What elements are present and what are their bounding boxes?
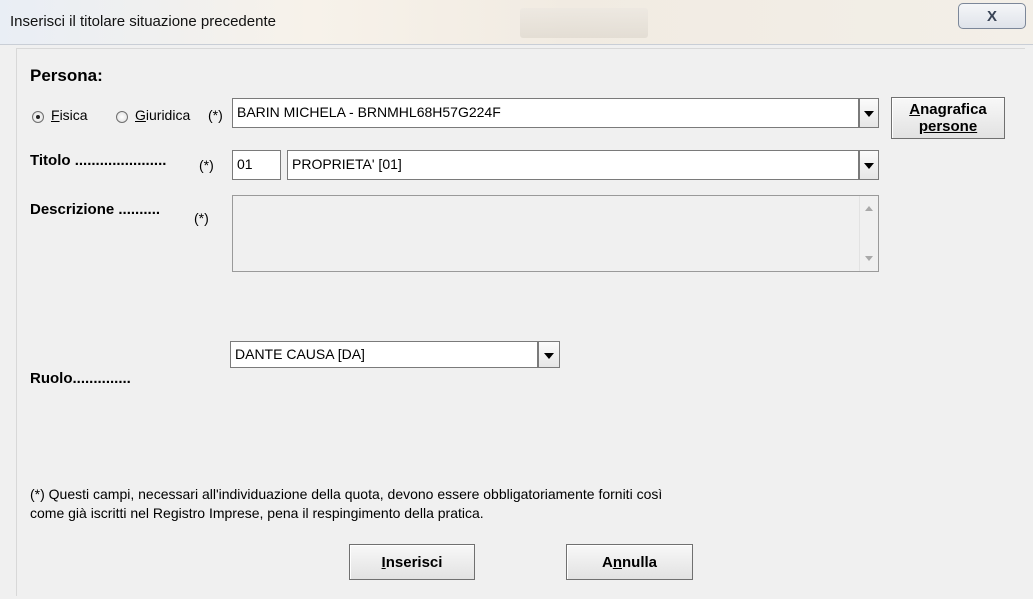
anagrafica-persone-button[interactable]: Anagrafica persone	[891, 97, 1005, 139]
annulla-accesskey: n	[612, 553, 622, 571]
ruolo-combobox[interactable]: DANTE CAUSA [DA]	[230, 341, 538, 368]
scroll-down-icon	[865, 256, 873, 261]
title-bar: Inserisci il titolare situazione precede…	[0, 0, 1033, 45]
note-line-1: (*) Questi campi, necessari all'individu…	[30, 486, 663, 502]
radio-giuridica-label[interactable]: Giuridica	[135, 107, 190, 123]
titolo-required-mark: (*)	[199, 157, 214, 173]
radio-giuridica[interactable]	[116, 111, 128, 123]
radio-fisica-label-rest: isica	[59, 107, 88, 123]
anagrafica-accesskey: A	[909, 101, 921, 118]
ruolo-label: Ruolo..............	[30, 370, 131, 387]
inserisci-label: nserisci	[385, 553, 443, 571]
note-line-2: come già iscritti nel Registro Imprese, …	[30, 505, 484, 521]
background-window-ghost	[520, 8, 648, 38]
persona-combobox[interactable]: BARIN MICHELA - BRNMHL68H57G224F	[232, 98, 859, 128]
close-button[interactable]: X	[958, 3, 1026, 29]
anagrafica-button-line2: persone	[918, 118, 978, 135]
radio-fisica[interactable]	[32, 111, 44, 123]
required-fields-note: (*) Questi campi, necessari all'individu…	[30, 485, 870, 523]
titolo-code-input[interactable]: 01	[232, 150, 281, 180]
radio-giuridica-label-accesskey: G	[135, 107, 146, 123]
ruolo-dropdown-button[interactable]	[538, 341, 560, 368]
annulla-label-rest: nulla	[622, 553, 658, 571]
anagrafica-line1-rest: nagrafica	[920, 101, 987, 118]
anagrafica-button-line1: Anagrafica	[909, 101, 987, 118]
descrizione-required-mark: (*)	[194, 210, 209, 226]
dialog-window: Inserisci il titolare situazione precede…	[0, 0, 1033, 599]
titolo-label: Titolo ......................	[30, 152, 167, 169]
descrizione-textarea[interactable]	[232, 195, 879, 272]
inserisci-button[interactable]: Inserisci	[349, 544, 475, 580]
annulla-button[interactable]: An nulla	[566, 544, 693, 580]
persona-heading: Persona:	[30, 66, 103, 85]
window-title: Inserisci il titolare situazione precede…	[10, 13, 276, 30]
annulla-label-a: A	[601, 553, 613, 571]
radio-fisica-label[interactable]: Fisica	[51, 107, 88, 123]
titolo-dropdown-button[interactable]	[859, 150, 879, 180]
scroll-up-icon	[865, 206, 873, 211]
persona-dropdown-button[interactable]	[859, 98, 879, 128]
radio-giuridica-label-rest: iuridica	[145, 107, 191, 123]
descrizione-scrollbar[interactable]	[859, 196, 878, 271]
descrizione-label: Descrizione ..........	[30, 201, 161, 218]
radio-fisica-label-accesskey: F	[51, 107, 60, 123]
titolo-combobox[interactable]: PROPRIETA' [01]	[287, 150, 859, 180]
close-icon: X	[986, 7, 997, 25]
persona-required-mark: (*)	[208, 107, 223, 123]
